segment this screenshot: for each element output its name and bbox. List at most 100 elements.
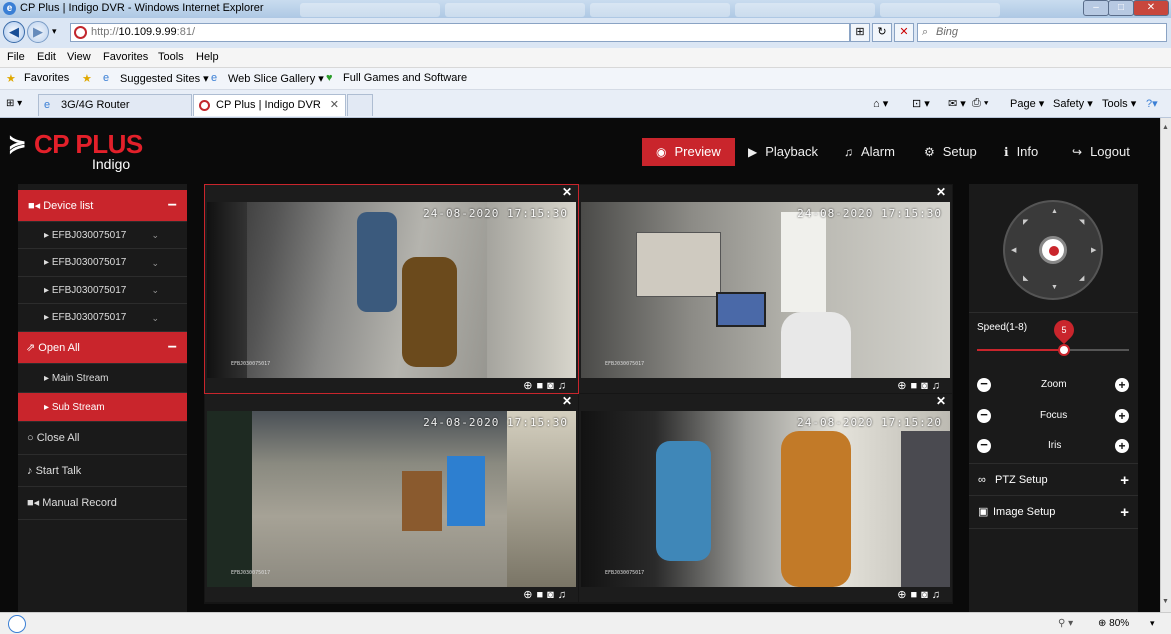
menu-help[interactable]: Help xyxy=(196,51,219,63)
menu-tools[interactable]: Tools xyxy=(158,51,184,63)
device-item[interactable]: ▸ EFBJ030075017 ⌄ xyxy=(18,277,187,304)
device-item[interactable]: ▸ EFBJ030075017 ⌄ xyxy=(18,304,187,332)
nav-alarm[interactable]: ♫ Alarm xyxy=(830,138,909,166)
arrow-down-left-icon[interactable]: ◣ xyxy=(1023,274,1028,282)
full-games-link[interactable]: Full Games and Software xyxy=(343,72,467,84)
close-tab-icon[interactable]: ✕ xyxy=(330,95,339,115)
iris-minus-icon[interactable]: − xyxy=(977,438,991,453)
zoom-dropdown-icon[interactable]: ▾ xyxy=(1150,618,1155,629)
menu-favorites[interactable]: Favorites xyxy=(103,51,148,63)
focus-minus-icon[interactable]: − xyxy=(977,408,991,423)
security-zone-icon[interactable]: ⚲ ▾ xyxy=(1058,618,1073,629)
manual-record-button[interactable]: ■◂ Manual Record xyxy=(18,487,187,520)
chevron-down-icon[interactable]: ⌄ xyxy=(151,222,159,249)
audio-icon[interactable]: ♫ xyxy=(932,589,944,601)
menu-file[interactable]: File xyxy=(7,51,25,63)
tools-menu[interactable]: Tools ▾ xyxy=(1102,97,1136,110)
expand-plus-icon[interactable]: + xyxy=(1120,496,1129,529)
audio-icon[interactable]: ♫ xyxy=(558,589,570,601)
close-all-button[interactable]: ○ Close All xyxy=(18,422,187,455)
arrow-up-right-icon[interactable]: ◥ xyxy=(1079,218,1084,226)
stop-icon[interactable]: ✕ xyxy=(894,23,914,42)
collapse-icon[interactable]: − xyxy=(168,332,177,364)
focus-plus-icon[interactable]: + xyxy=(1115,409,1129,423)
arrow-down-right-icon[interactable]: ◢ xyxy=(1079,274,1084,282)
zoom-in-icon[interactable]: + xyxy=(1115,378,1129,392)
main-stream-item[interactable]: ▸ Main Stream xyxy=(18,364,187,393)
favorites-button[interactable]: Favorites xyxy=(24,72,69,84)
speed-slider-handle[interactable] xyxy=(1057,344,1070,356)
scroll-down-icon[interactable]: ▼ xyxy=(1162,598,1169,605)
close-pane-icon[interactable]: ✕ xyxy=(562,185,572,199)
home-icon[interactable]: ⌂ ▾ xyxy=(873,97,888,110)
device-item[interactable]: ▸ EFBJ030075017 ⌄ xyxy=(18,222,187,249)
page-menu[interactable]: Page ▾ xyxy=(1010,97,1044,110)
url-field[interactable]: http://10.109.9.99:81/ xyxy=(70,23,850,42)
nav-info[interactable]: ℹ Info xyxy=(990,138,1052,166)
arrow-up-left-icon[interactable]: ◤ xyxy=(1023,218,1028,226)
video-pane-2[interactable]: ✕ 24-08-2020 17:15:30 EFBJ030075017 ⊕■◙♫ xyxy=(579,185,952,393)
audio-icon[interactable]: ♫ xyxy=(932,380,944,392)
zoom-icon[interactable]: ⊕ xyxy=(523,589,536,601)
close-pane-icon[interactable]: ✕ xyxy=(936,394,946,408)
nav-playback[interactable]: ▶ Playback xyxy=(734,138,832,166)
close-pane-icon[interactable]: ✕ xyxy=(936,185,946,199)
help-icon[interactable]: ?▾ xyxy=(1146,97,1158,110)
arrow-right-icon[interactable]: ▶ xyxy=(1091,246,1096,254)
close-window-button[interactable]: ✕ xyxy=(1133,0,1169,16)
open-all-header[interactable]: ⇗ Open All − xyxy=(18,332,187,364)
chevron-down-icon[interactable]: ⌄ xyxy=(151,249,159,277)
history-dropdown-icon[interactable]: ▾ xyxy=(52,26,57,37)
scroll-up-icon[interactable]: ▲ xyxy=(1162,124,1169,131)
quick-tabs-icon[interactable]: ⊞ ▾ xyxy=(6,98,22,109)
record-icon[interactable]: ■ xyxy=(910,380,921,392)
zoom-level[interactable]: ⊕ 80% xyxy=(1098,618,1129,629)
start-talk-button[interactable]: ♪ Start Talk xyxy=(18,455,187,487)
record-icon[interactable]: ■ xyxy=(536,589,547,601)
arrow-down-icon[interactable]: ▼ xyxy=(1051,284,1058,291)
record-icon[interactable]: ■ xyxy=(910,589,921,601)
nav-logout[interactable]: ↪ Logout xyxy=(1058,138,1144,166)
video-pane-4[interactable]: ✕ 24-08-2020 17:15:20 EFBJ030075017 ⊕■◙♫ xyxy=(579,394,952,602)
video-pane-3[interactable]: ✕ 24-08-2020 17:15:30 EFBJ030075017 ⊕■◙♫ xyxy=(205,394,578,602)
zoom-out-icon[interactable]: − xyxy=(977,377,991,392)
menu-view[interactable]: View xyxy=(67,51,91,63)
forward-button[interactable]: ▶ xyxy=(27,21,49,43)
snapshot-icon[interactable]: ◙ xyxy=(547,589,558,601)
suggested-sites-link[interactable]: Suggested Sites ▾ xyxy=(120,72,209,85)
ptz-setup-row[interactable]: ∞ PTZ Setup + xyxy=(969,463,1138,496)
tab-3g-router[interactable]: e 3G/4G Router xyxy=(38,94,192,116)
speed-slider[interactable] xyxy=(977,344,1129,356)
snapshot-icon[interactable]: ◙ xyxy=(921,589,932,601)
chevron-down-icon[interactable]: ⌄ xyxy=(151,277,159,304)
maximize-button[interactable]: □ xyxy=(1108,0,1134,16)
arrow-up-icon[interactable]: ▲ xyxy=(1051,208,1058,215)
zoom-icon[interactable]: ⊕ xyxy=(897,589,910,601)
new-tab-button[interactable] xyxy=(347,94,373,116)
zoom-icon[interactable]: ⊕ xyxy=(523,380,536,392)
ptz-center-button[interactable] xyxy=(1039,236,1067,264)
feeds-icon[interactable]: ⊡ ▾ xyxy=(912,97,930,110)
collapse-icon[interactable]: − xyxy=(168,190,177,222)
device-list-header[interactable]: ■◂ Device list − xyxy=(18,190,187,222)
zoom-icon[interactable]: ⊕ xyxy=(897,380,910,392)
refresh-icon[interactable]: ↻ xyxy=(872,23,892,42)
search-input[interactable]: ⌕ Bing xyxy=(917,23,1167,42)
chevron-down-icon[interactable]: ⌄ xyxy=(151,304,159,332)
ptz-direction-wheel[interactable]: ▲ ▼ ◀ ▶ ◤ ◥ ◣ ◢ xyxy=(1003,200,1103,300)
print-icon[interactable]: ⎙ ▾ xyxy=(972,97,988,110)
minimize-button[interactable]: – xyxy=(1083,0,1109,16)
record-icon[interactable]: ■ xyxy=(536,380,547,392)
audio-icon[interactable]: ♫ xyxy=(558,380,570,392)
snapshot-icon[interactable]: ◙ xyxy=(547,380,558,392)
nav-preview[interactable]: ◉ Preview xyxy=(642,138,735,166)
close-pane-icon[interactable]: ✕ xyxy=(562,394,572,408)
web-slice-gallery-link[interactable]: Web Slice Gallery ▾ xyxy=(228,72,324,85)
mail-icon[interactable]: ✉ ▾ xyxy=(948,97,966,110)
sub-stream-item[interactable]: ▸ Sub Stream xyxy=(18,393,187,422)
menu-edit[interactable]: Edit xyxy=(37,51,56,63)
nav-setup[interactable]: ⚙ Setup xyxy=(910,138,991,166)
safety-menu[interactable]: Safety ▾ xyxy=(1053,97,1093,110)
add-favorite-icon[interactable]: ★ xyxy=(82,72,92,85)
snapshot-icon[interactable]: ◙ xyxy=(921,380,932,392)
